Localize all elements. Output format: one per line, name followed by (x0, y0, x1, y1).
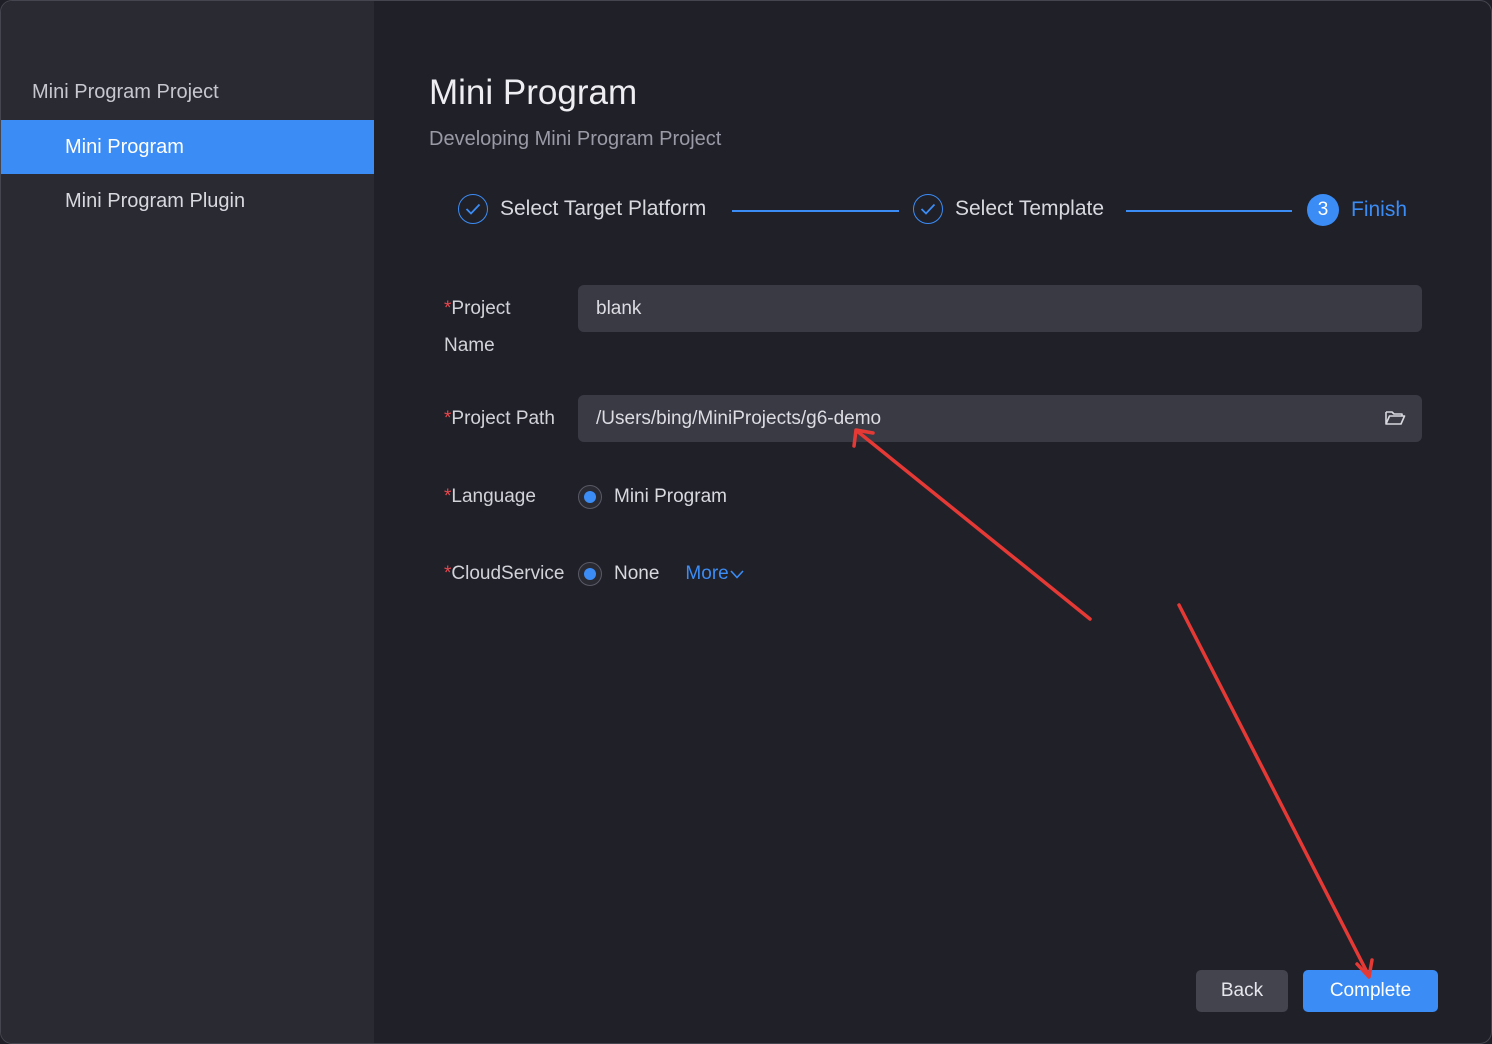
cloud-service-radio-none[interactable] (578, 562, 602, 586)
more-label: More (685, 563, 729, 584)
step-number-badge: 3 (1307, 194, 1339, 226)
label-text: Name (444, 335, 495, 356)
project-name-input[interactable]: blank (578, 285, 1422, 332)
label-text: Language (451, 486, 536, 507)
step-connector (1126, 210, 1292, 212)
main-panel: Mini Program Developing Mini Program Pro… (374, 1, 1491, 1043)
language-option-label[interactable]: Mini Program (614, 486, 727, 508)
project-name-value: blank (596, 297, 642, 319)
chevron-down-icon (730, 570, 744, 579)
radio-selected-dot (584, 491, 596, 503)
step-label: Select Target Platform (500, 197, 707, 220)
project-path-label: *Project Path (444, 400, 555, 437)
project-path-input[interactable]: /Users/bing/MiniProjects/g6-demo (578, 395, 1422, 442)
sidebar-item-mini-program[interactable]: Mini Program (1, 120, 374, 174)
cloud-service-option-label[interactable]: None (614, 563, 659, 585)
cloud-service-label: *CloudService (444, 555, 564, 592)
sidebar: Mini Program Project Mini Program Mini P… (1, 1, 374, 1043)
sidebar-item-mini-program-plugin[interactable]: Mini Program Plugin (1, 174, 374, 228)
check-circle-icon (458, 194, 488, 224)
radio-selected-dot (584, 568, 596, 580)
step-select-template: Select Template (913, 194, 1104, 224)
check-circle-icon (913, 194, 943, 224)
language-radio-group: Mini Program (578, 485, 727, 509)
step-finish: 3 Finish (1307, 194, 1407, 226)
step-label: Finish (1351, 198, 1408, 221)
sidebar-group-label: Mini Program Project (32, 81, 219, 103)
folder-open-icon[interactable] (1384, 408, 1406, 428)
label-text: Project (451, 298, 511, 319)
project-name-label: *Project Name (444, 290, 511, 364)
step-label: Select Template (955, 197, 1105, 220)
step-connector (732, 210, 899, 212)
language-radio-mini-program[interactable] (578, 485, 602, 509)
more-options-link[interactable]: More (685, 563, 744, 585)
dialog-window: Mini Program Project Mini Program Mini P… (0, 0, 1492, 1044)
page-subtitle: Developing Mini Program Project (429, 128, 722, 150)
back-button[interactable]: Back (1196, 970, 1288, 1012)
cloud-service-radio-group: None More (578, 562, 745, 586)
project-path-value: /Users/bing/MiniProjects/g6-demo (596, 407, 882, 429)
complete-button[interactable]: Complete (1303, 970, 1438, 1012)
step-select-target-platform: Select Target Platform (458, 194, 706, 224)
page-title: Mini Program (429, 73, 638, 112)
label-text: Project Path (451, 408, 555, 429)
label-text: CloudService (451, 563, 565, 584)
language-label: *Language (444, 478, 536, 515)
